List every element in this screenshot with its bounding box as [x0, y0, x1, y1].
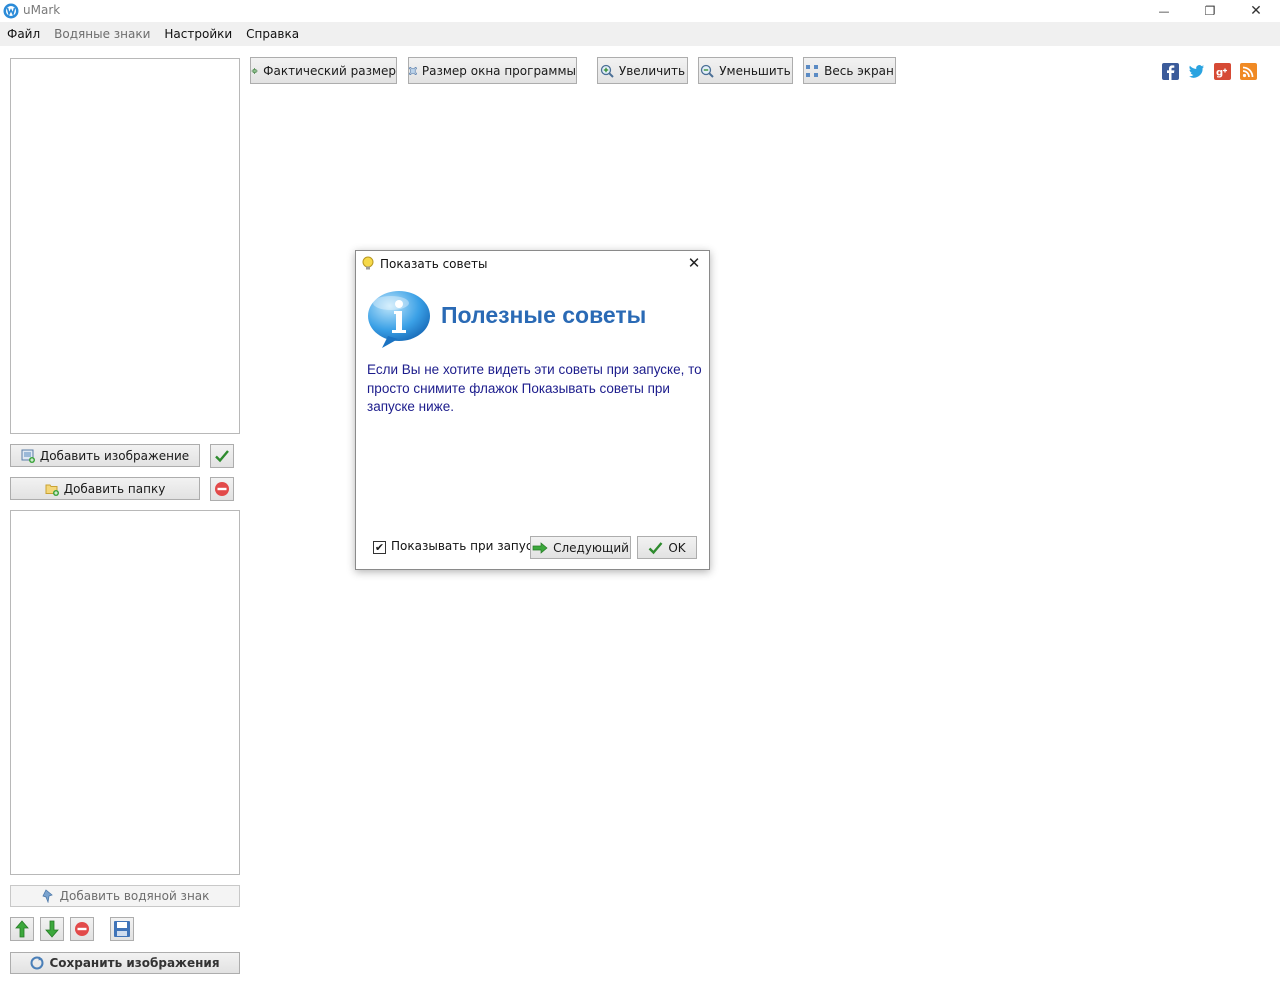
- save-images-label: Сохранить изображения: [49, 956, 220, 970]
- save-images-button[interactable]: Сохранить изображения: [10, 952, 240, 974]
- refresh-icon: [30, 956, 44, 970]
- floppy-disk-icon: [114, 921, 130, 937]
- delete-watermark-button[interactable]: [70, 917, 94, 941]
- checkmark-icon: [215, 450, 229, 463]
- add-watermark-button[interactable]: Добавить водяной знак: [10, 885, 240, 907]
- zoom-in-button[interactable]: Увеличить: [597, 57, 688, 84]
- minimize-button[interactable]: —: [1141, 0, 1187, 22]
- menu-bar: Файл Водяные знаки Настройки Справка: [0, 22, 1280, 46]
- add-image-icon: [21, 449, 35, 463]
- actual-size-label: Фактический размер: [263, 63, 396, 78]
- full-screen-label: Весь экран: [824, 63, 894, 78]
- info-bubble-icon: [368, 291, 430, 348]
- watermark-list[interactable]: [10, 510, 240, 875]
- fit-window-icon: [409, 66, 417, 75]
- minimize-icon: —: [1158, 4, 1170, 18]
- add-watermark-label: Добавить водяной знак: [59, 889, 210, 903]
- zoom-out-button[interactable]: Уменьшить: [698, 57, 793, 84]
- menu-watermarks[interactable]: Водяные знаки: [47, 27, 157, 41]
- twitter-icon[interactable]: [1188, 63, 1205, 80]
- zoom-out-label: Уменьшить: [719, 63, 791, 78]
- window-size-button[interactable]: Размер окна программы: [408, 57, 577, 84]
- actual-size-icon: [251, 67, 258, 74]
- checkmark-icon: [648, 541, 663, 554]
- google-plus-icon[interactable]: g: [1214, 63, 1231, 80]
- dialog-heading: Полезные советы: [441, 302, 647, 328]
- menu-file[interactable]: Файл: [0, 27, 47, 41]
- menu-help[interactable]: Справка: [239, 27, 306, 41]
- save-watermark-button[interactable]: [110, 917, 134, 941]
- image-list[interactable]: [10, 58, 240, 434]
- lightbulb-icon: [362, 256, 374, 270]
- svg-text:g: g: [1216, 68, 1223, 79]
- remove-icon: [75, 922, 89, 936]
- checkmark-icon: ✔: [374, 541, 385, 554]
- zoom-in-icon: [600, 64, 614, 78]
- show-on-startup-label: Показывать при запуске: [391, 539, 548, 553]
- add-folder-button[interactable]: Добавить папку: [10, 477, 200, 500]
- dialog-message: Если Вы не хотите видеть эти советы при …: [367, 362, 702, 414]
- add-image-label: Добавить изображение: [39, 448, 190, 463]
- add-image-button[interactable]: Добавить изображение: [10, 444, 200, 467]
- tips-dialog: Показать советы ✕ Полезные советы Если В…: [355, 250, 710, 570]
- pin-icon: [42, 889, 53, 903]
- next-tip-button[interactable]: Следующий: [530, 536, 631, 559]
- add-folder-label: Добавить папку: [63, 481, 166, 496]
- move-up-button[interactable]: [10, 917, 34, 941]
- rss-icon[interactable]: [1240, 63, 1257, 80]
- window-size-label: Размер окна программы: [421, 63, 576, 78]
- restore-button[interactable]: ❐: [1187, 0, 1233, 22]
- arrow-down-icon: [45, 920, 59, 938]
- app-logo-icon: [3, 3, 19, 19]
- close-icon: ✕: [1250, 3, 1262, 19]
- next-tip-label: Следующий: [553, 540, 629, 555]
- remove-image-button[interactable]: [210, 477, 234, 501]
- add-folder-icon: [45, 484, 59, 496]
- dialog-close-button[interactable]: ✕: [684, 254, 704, 272]
- menu-settings[interactable]: Настройки: [157, 27, 239, 41]
- show-on-startup-checkbox[interactable]: ✔: [373, 541, 386, 554]
- actual-size-button[interactable]: Фактический размер: [250, 57, 397, 84]
- full-screen-button[interactable]: Весь экран: [803, 57, 896, 84]
- ok-label: OK: [668, 540, 686, 555]
- arrow-up-icon: [15, 920, 29, 938]
- dialog-title: Показать советы: [380, 257, 488, 271]
- remove-icon: [215, 482, 229, 496]
- zoom-out-icon: [701, 64, 714, 78]
- arrow-right-icon: [532, 541, 548, 554]
- full-screen-icon: [806, 64, 819, 77]
- close-window-button[interactable]: ✕: [1233, 0, 1279, 22]
- zoom-in-label: Увеличить: [618, 63, 686, 78]
- apply-button[interactable]: [210, 444, 234, 468]
- close-icon: ✕: [687, 254, 701, 272]
- move-down-button[interactable]: [40, 917, 64, 941]
- restore-icon: ❐: [1204, 4, 1216, 18]
- ok-button[interactable]: OK: [637, 536, 697, 559]
- title-bar: uMark — ❐ ✕: [0, 0, 1280, 22]
- facebook-icon[interactable]: [1162, 63, 1179, 80]
- window-title: uMark: [23, 3, 61, 17]
